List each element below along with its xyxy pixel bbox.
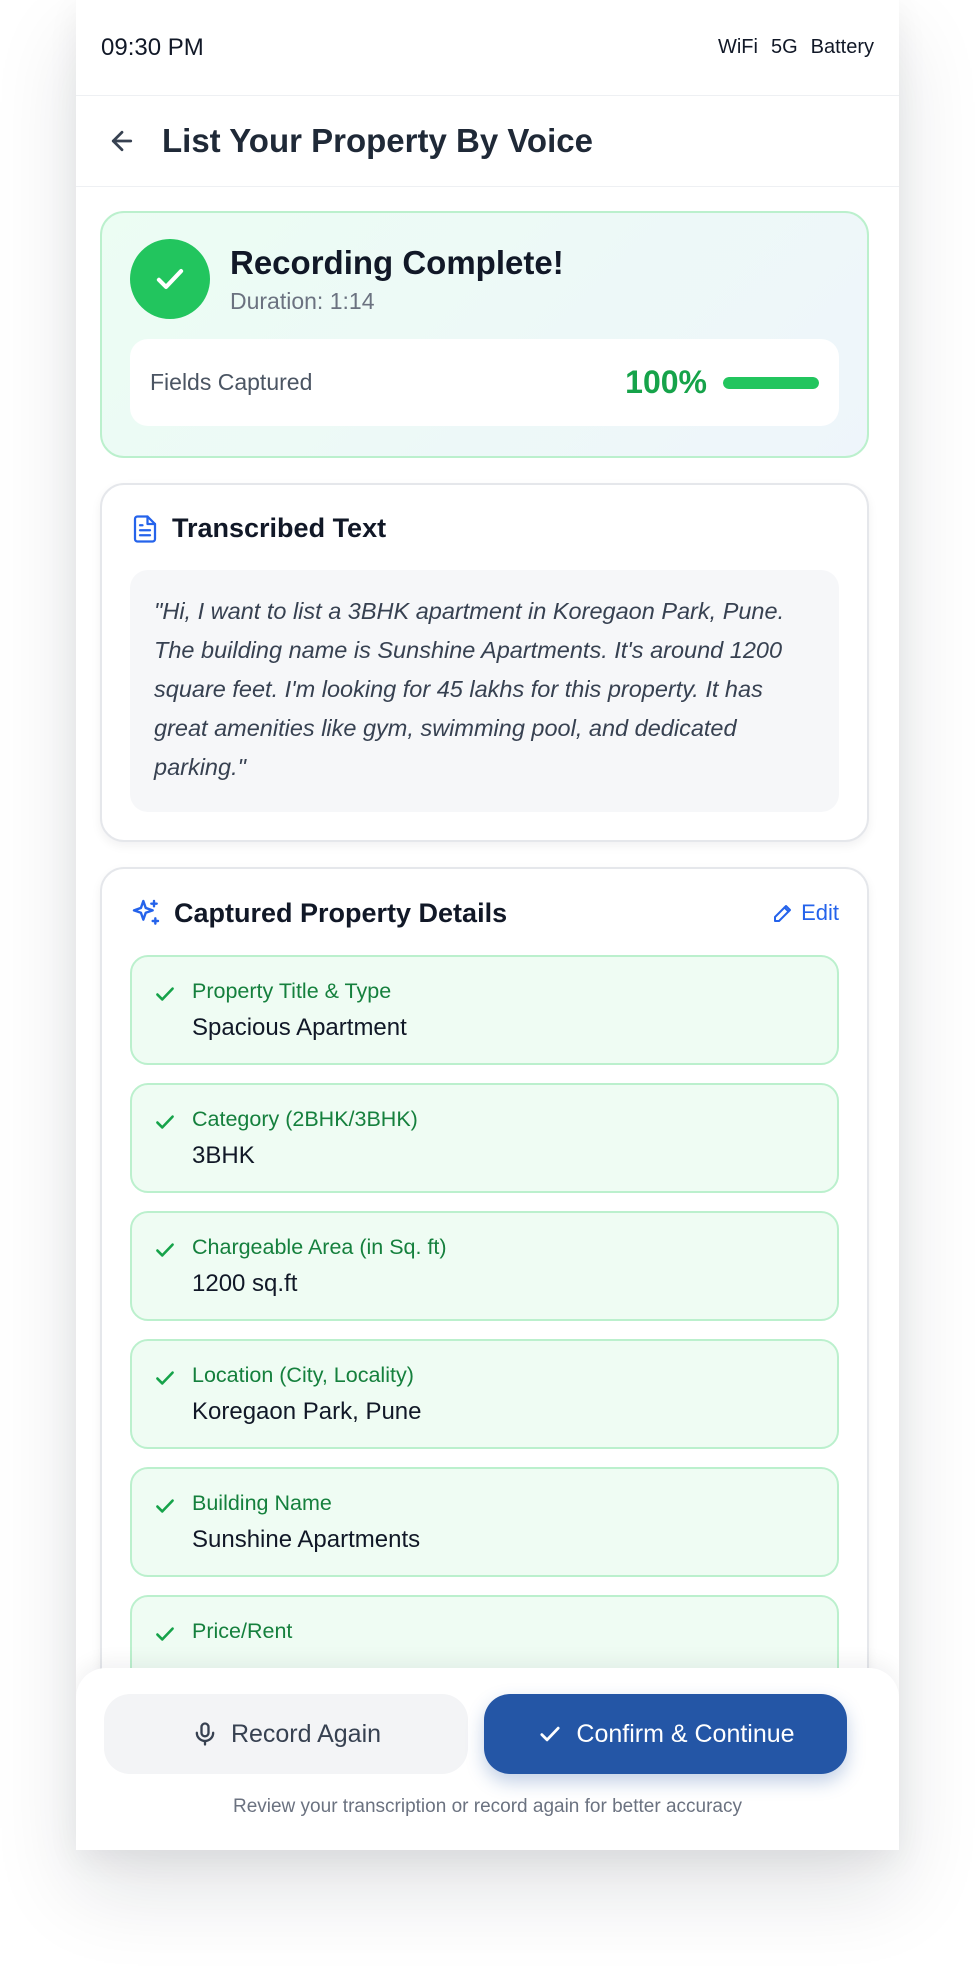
- check-icon: [540, 1726, 560, 1742]
- edit-label: Edit: [801, 900, 839, 925]
- fields-progress-bar: [723, 376, 819, 389]
- recording-complete-title: Recording Complete!: [230, 243, 564, 281]
- detail-field: Location (City, Locality) Koregaon Park,…: [130, 1339, 839, 1449]
- detail-field-value: 1200 sq.ft: [192, 1270, 298, 1297]
- document-icon: [133, 514, 157, 543]
- check-icon: [156, 1243, 174, 1257]
- fields-captured-percent: 100%: [625, 364, 707, 400]
- check-icon: [156, 1371, 174, 1385]
- detail-field-label: Price/Rent: [192, 1619, 293, 1643]
- property-details-title: Captured Property Details: [174, 897, 508, 928]
- battery-indicator: Battery: [810, 36, 874, 58]
- detail-field-value: Sunshine Apartments: [192, 1526, 421, 1553]
- transcript-title: Transcribed Text: [172, 513, 387, 543]
- recording-duration: Duration: 1:14: [230, 287, 375, 314]
- fields-captured-label: Fields Captured: [150, 369, 313, 395]
- record-again-button[interactable]: Record Again: [104, 1694, 468, 1774]
- check-icon: [156, 987, 174, 1001]
- detail-field-label: Location (City, Locality): [192, 1363, 414, 1387]
- detail-field-value: Koregaon Park, Pune: [192, 1398, 422, 1425]
- property-details-card: Captured Property Details Edit Property …: [100, 867, 869, 1707]
- phone-frame: 09:30 PM WiFi 5G Battery List Your Prope…: [76, 0, 899, 1850]
- check-icon: [156, 1627, 174, 1641]
- bottom-action-bar: Record Again Confirm & Continue Review y…: [76, 1668, 899, 1850]
- status-bar: 09:30 PM WiFi 5G Battery: [76, 0, 899, 96]
- pencil-icon: [774, 905, 792, 922]
- wifi-indicator: WiFi: [717, 36, 758, 58]
- detail-field-label: Category (2BHK/3BHK): [192, 1107, 418, 1131]
- microphone-icon: [195, 1722, 215, 1746]
- detail-field-label: Property Title & Type: [192, 979, 392, 1003]
- check-icon: [156, 1499, 174, 1513]
- sparkles-icon: [132, 899, 160, 925]
- detail-field: Category (2BHK/3BHK) 3BHK: [130, 1083, 839, 1193]
- back-button[interactable]: [104, 123, 140, 159]
- fields-progress-fill: [723, 376, 819, 389]
- success-check-icon: [130, 239, 210, 319]
- recording-complete-card: Recording Complete! Duration: 1:14 Field…: [100, 211, 869, 458]
- transcript-card: Transcribed Text "Hi, I want to list a 3…: [100, 483, 869, 842]
- detail-field: Building Name Sunshine Apartments: [130, 1467, 839, 1577]
- detail-field-label: Building Name: [192, 1491, 332, 1515]
- hint-text: Review your transcription or record agai…: [232, 1796, 742, 1817]
- page-title: List Your Property By Voice: [162, 122, 593, 159]
- network-indicator: 5G: [770, 36, 798, 58]
- detail-field: Chargeable Area (in Sq. ft) 1200 sq.ft: [130, 1211, 839, 1321]
- arrow-left-icon: [111, 130, 133, 152]
- detail-field: Property Title & Type Spacious Apartment: [130, 955, 839, 1065]
- detail-field-label: Chargeable Area (in Sq. ft): [192, 1235, 447, 1259]
- confirm-continue-label: Confirm & Continue: [576, 1719, 795, 1748]
- app-header: List Your Property By Voice: [76, 96, 899, 187]
- status-time: 09:30 PM: [101, 33, 204, 61]
- fields-captured-box: Fields Captured 100%: [130, 339, 839, 426]
- status-indicators: WiFi 5G Battery: [718, 36, 874, 59]
- detail-field-value: Spacious Apartment: [192, 1014, 407, 1041]
- main-content[interactable]: Recording Complete! Duration: 1:14 Field…: [76, 187, 899, 1707]
- edit-button[interactable]: Edit: [771, 900, 839, 926]
- record-again-label: Record Again: [230, 1719, 382, 1748]
- check-icon: [156, 1115, 174, 1129]
- transcript-text: "Hi, I want to list a 3BHK apartment in …: [130, 570, 839, 812]
- detail-field-value: 3BHK: [192, 1142, 255, 1169]
- confirm-continue-button[interactable]: Confirm & Continue: [484, 1694, 847, 1774]
